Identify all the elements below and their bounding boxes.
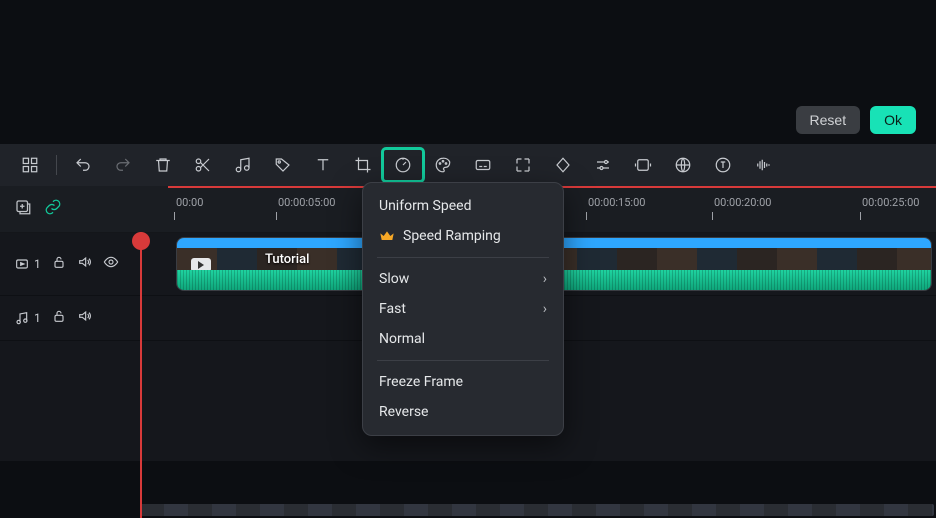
lock-icon[interactable]: [51, 254, 67, 274]
equalizer-icon[interactable]: [743, 149, 783, 181]
time-tick: 00:00:20:00: [714, 196, 771, 209]
redo-icon[interactable]: [103, 149, 143, 181]
time-tick: 00:00: [176, 196, 203, 209]
menu-normal[interactable]: Normal: [363, 324, 563, 354]
text-style-icon[interactable]: [703, 149, 743, 181]
lock-icon[interactable]: [51, 308, 67, 328]
link-icon[interactable]: [44, 198, 62, 220]
menu-separator: [377, 257, 549, 258]
globe-icon[interactable]: [663, 149, 703, 181]
time-tick: 00:00:05:00: [278, 196, 335, 209]
grid-icon[interactable]: [10, 149, 50, 181]
reset-button[interactable]: Reset: [796, 106, 861, 134]
audio-track-kind: 1: [14, 310, 41, 326]
volume-icon[interactable]: [77, 254, 93, 274]
chevron-right-icon: ›: [543, 271, 547, 287]
trash-icon[interactable]: [143, 149, 183, 181]
menu-reverse[interactable]: Reverse: [363, 397, 563, 427]
keyframe-icon[interactable]: [543, 149, 583, 181]
device-icon[interactable]: [623, 149, 663, 181]
menu-separator: [377, 360, 549, 361]
menu-speed-ramping[interactable]: Speed Ramping: [363, 221, 563, 251]
audio-track-header: 1: [0, 296, 168, 340]
crown-icon: [379, 228, 395, 244]
ok-button[interactable]: Ok: [870, 106, 916, 134]
subtitle-icon[interactable]: [463, 149, 503, 181]
menu-uniform-speed[interactable]: Uniform Speed: [363, 191, 563, 221]
text-icon[interactable]: [303, 149, 343, 181]
undo-icon[interactable]: [63, 149, 103, 181]
preview-area: Reset Ok: [0, 0, 936, 144]
time-tick: 00:00:15:00: [588, 196, 645, 209]
speed-icon[interactable]: [383, 149, 423, 181]
menu-slow[interactable]: Slow›: [363, 264, 563, 294]
timeline-toolbar: [0, 144, 936, 186]
crop-icon[interactable]: [343, 149, 383, 181]
expand-icon[interactable]: [503, 149, 543, 181]
menu-freeze-frame[interactable]: Freeze Frame: [363, 367, 563, 397]
music-note-icon[interactable]: [223, 149, 263, 181]
menu-fast[interactable]: Fast›: [363, 294, 563, 324]
palette-icon[interactable]: [423, 149, 463, 181]
add-media-icon[interactable]: [14, 198, 32, 220]
bottom-scrollbar[interactable]: [140, 504, 934, 516]
tag-icon[interactable]: [263, 149, 303, 181]
speed-menu: Uniform Speed Speed Ramping Slow› Fast› …: [362, 182, 564, 436]
volume-icon[interactable]: [77, 308, 93, 328]
visibility-icon[interactable]: [103, 254, 119, 274]
scissors-icon[interactable]: [183, 149, 223, 181]
time-tick: 00:00:25:00: [862, 196, 919, 209]
clip-label: Tutorial: [265, 252, 309, 267]
sliders-icon[interactable]: [583, 149, 623, 181]
chevron-right-icon: ›: [543, 301, 547, 317]
video-track-kind: 1: [14, 256, 41, 272]
toolbar-divider: [56, 155, 57, 175]
playhead[interactable]: [140, 232, 142, 518]
